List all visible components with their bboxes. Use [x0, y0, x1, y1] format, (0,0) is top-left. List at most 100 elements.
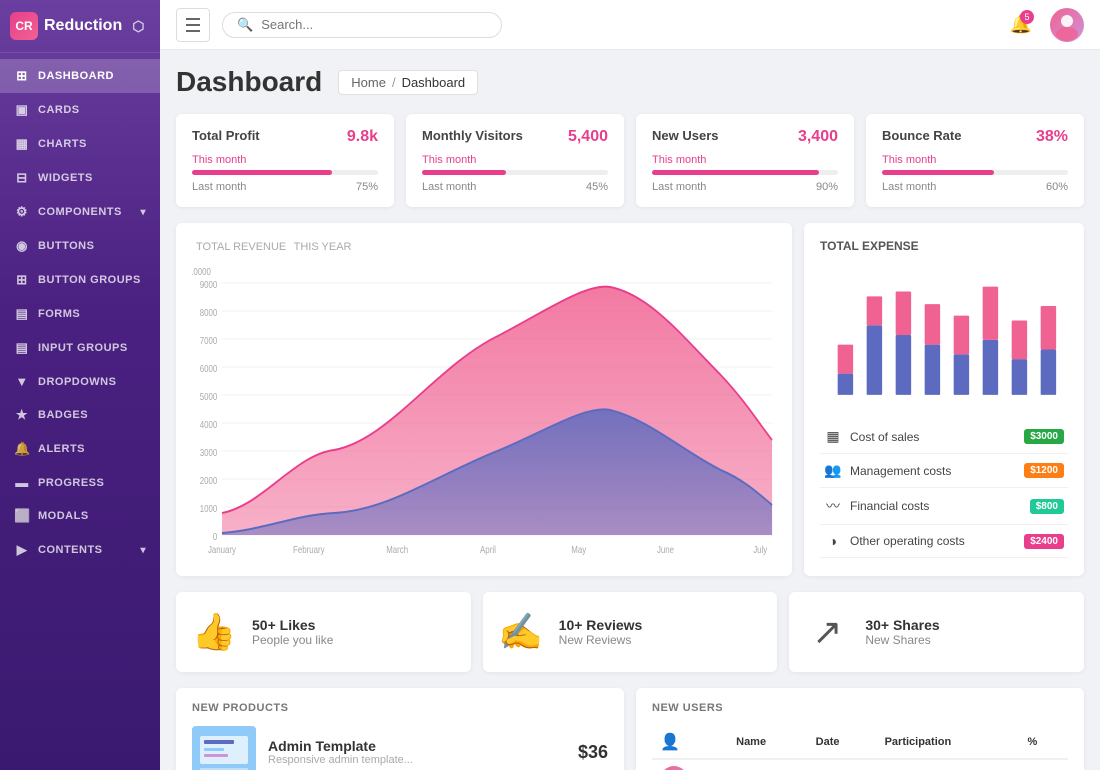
sidebar-item-label: BUTTONS	[38, 240, 94, 252]
other-badge: $2400	[1024, 534, 1064, 549]
components-icon: ⚙	[14, 204, 30, 220]
page-header: Dashboard Home / Dashboard	[176, 66, 1084, 98]
sidebar-item-contents[interactable]: ▶ Contents ▾	[0, 533, 160, 567]
dropdowns-icon: ▼	[14, 374, 30, 389]
badges-icon: ★	[14, 407, 30, 423]
users-table: 👤 Name Date Participation % — —	[652, 726, 1068, 770]
page-content: Dashboard Home / Dashboard Total Profit …	[160, 50, 1100, 770]
sidebar-item-modals[interactable]: ⬜ MODALS	[0, 499, 160, 533]
management-badge: $1200	[1024, 463, 1064, 478]
sidebar-item-forms[interactable]: ▤ FORMS	[0, 297, 160, 331]
breadcrumb-current: Dashboard	[402, 75, 466, 90]
sidebar-item-charts[interactable]: ▦ CHARTS	[0, 127, 160, 161]
progress-bar-wrap	[192, 170, 378, 175]
sidebar-item-cards[interactable]: ▣ CARDS	[0, 93, 160, 127]
sidebar-item-badges[interactable]: ★ BADGES	[0, 398, 160, 432]
col-percent: %	[1020, 726, 1068, 759]
sidebar-item-alerts[interactable]: 🔔 ALERTS	[0, 432, 160, 466]
sidebar-item-label: CHARTS	[38, 138, 87, 150]
sidebar-item-label: CARDS	[38, 104, 80, 116]
expense-legend: ▦ Cost of sales $3000 👥 Management costs…	[820, 420, 1068, 558]
progress-bar-fill	[422, 170, 506, 175]
user-avatar-small	[660, 766, 688, 770]
button-groups-icon: ⊞	[14, 272, 30, 288]
svg-text:April: April	[480, 544, 496, 555]
github-icon: ⬡	[132, 18, 144, 35]
legend-item-management: 👥 Management costs $1200	[820, 454, 1068, 488]
sidebar-item-label: Contents	[38, 544, 103, 556]
bottom-row: NEW PRODUCTS Admin Template	[176, 688, 1084, 770]
sidebar-item-widgets[interactable]: ⊟ WIDGETS	[0, 161, 160, 195]
menu-toggle-button[interactable]	[176, 8, 210, 42]
progress-bar-wrap	[652, 170, 838, 175]
svg-text:July: July	[753, 544, 767, 555]
sidebar-logo[interactable]: CR Reduction ⬡	[0, 0, 160, 53]
stat-last-row: Last month 90%	[652, 181, 838, 193]
table-row: — — — —	[652, 759, 1068, 770]
reviews-count: 10+ Reviews	[559, 617, 643, 633]
sidebar-item-buttons[interactable]: ◉ BUTTONS	[0, 229, 160, 263]
col-name: Name	[728, 726, 808, 759]
thumbs-up-icon: 👍	[192, 611, 237, 653]
social-card-reviews: ✍ 10+ Reviews New Reviews	[483, 592, 778, 672]
bell-button[interactable]: 🔔 5	[1004, 8, 1038, 42]
sidebar-item-progress[interactable]: ▬ PROGRESS	[0, 466, 160, 499]
stat-card-users: New Users 3,400 This month Last month 90…	[636, 114, 854, 207]
social-row: 👍 50+ Likes People you like ✍ 10+ Review…	[176, 592, 1084, 672]
stat-last-row: Last month 75%	[192, 181, 378, 193]
header: 🔍 🔔 5	[160, 0, 1100, 50]
shares-icon-wrap: ↗	[803, 608, 851, 656]
progress-bar-fill	[882, 170, 994, 175]
legend-item-cost-of-sales: ▦ Cost of sales $3000	[820, 420, 1068, 454]
table-header-row: 👤 Name Date Participation %	[652, 726, 1068, 759]
reviews-icon-wrap: ✍	[497, 608, 545, 656]
forms-icon: ▤	[14, 306, 30, 322]
stat-last-row: Last month 45%	[422, 181, 608, 193]
financial-icon: 〰	[824, 496, 842, 516]
legend-item-other: ◑ Other operating costs $2400	[820, 525, 1068, 558]
product-name: Admin Template	[268, 738, 413, 754]
svg-text:1000: 1000	[200, 503, 218, 514]
col-participation: Participation	[877, 726, 1020, 759]
sidebar-item-label: MODALS	[38, 510, 89, 522]
progress-bar-wrap	[422, 170, 608, 175]
progress-bar-fill	[192, 170, 332, 175]
svg-text:June: June	[657, 544, 674, 555]
sidebar-item-label: BADGES	[38, 409, 88, 421]
sidebar-item-button-groups[interactable]: ⊞ BUTTON GROUPS	[0, 263, 160, 297]
legend-label: Cost of sales	[850, 430, 1016, 444]
sidebar-item-label: INPUT GROUPS	[38, 342, 128, 354]
svg-text:3000: 3000	[200, 447, 218, 458]
user-percent: —	[1020, 759, 1068, 770]
search-input[interactable]	[261, 17, 487, 32]
search-box[interactable]: 🔍	[222, 12, 502, 38]
other-icon: ◑	[824, 533, 842, 549]
product-info: Admin Template Responsive admin template…	[268, 738, 413, 766]
stat-last-row: Last month 60%	[882, 181, 1068, 193]
dashboard-icon: ⊞	[14, 68, 30, 84]
shares-info: 30+ Shares New Shares	[865, 617, 939, 647]
breadcrumb-home[interactable]: Home	[351, 75, 386, 90]
user-avatar[interactable]	[1050, 8, 1084, 42]
sidebar-item-dashboard[interactable]: ⊞ DASHBOARD	[0, 59, 160, 93]
svg-text:January: January	[208, 544, 236, 555]
stat-card-visitors: Monthly Visitors 5,400 This month Last m…	[406, 114, 624, 207]
last-label: Last month	[882, 181, 936, 193]
sidebar-item-label: Components	[38, 206, 122, 218]
logo-text: Reduction	[44, 17, 122, 35]
alerts-icon: 🔔	[14, 441, 30, 457]
stat-title: Total Profit	[192, 128, 260, 143]
search-icon: 🔍	[237, 17, 253, 33]
management-icon: 👥	[824, 462, 842, 479]
last-label: Last month	[652, 181, 706, 193]
stat-title: Bounce Rate	[882, 128, 961, 143]
sidebar-item-input-groups[interactable]: ▤ INPUT GROUPS	[0, 331, 160, 365]
product-desc: Responsive admin template...	[268, 754, 413, 766]
stat-title: New Users	[652, 128, 718, 143]
hamburger-line	[186, 24, 200, 26]
sidebar-item-label: BUTTON GROUPS	[38, 274, 141, 286]
sidebar-item-components[interactable]: ⚙ Components ▾	[0, 195, 160, 229]
svg-text:February: February	[293, 544, 325, 555]
sidebar-item-dropdowns[interactable]: ▼ DROPDOWNS	[0, 365, 160, 398]
widgets-icon: ⊟	[14, 170, 30, 186]
